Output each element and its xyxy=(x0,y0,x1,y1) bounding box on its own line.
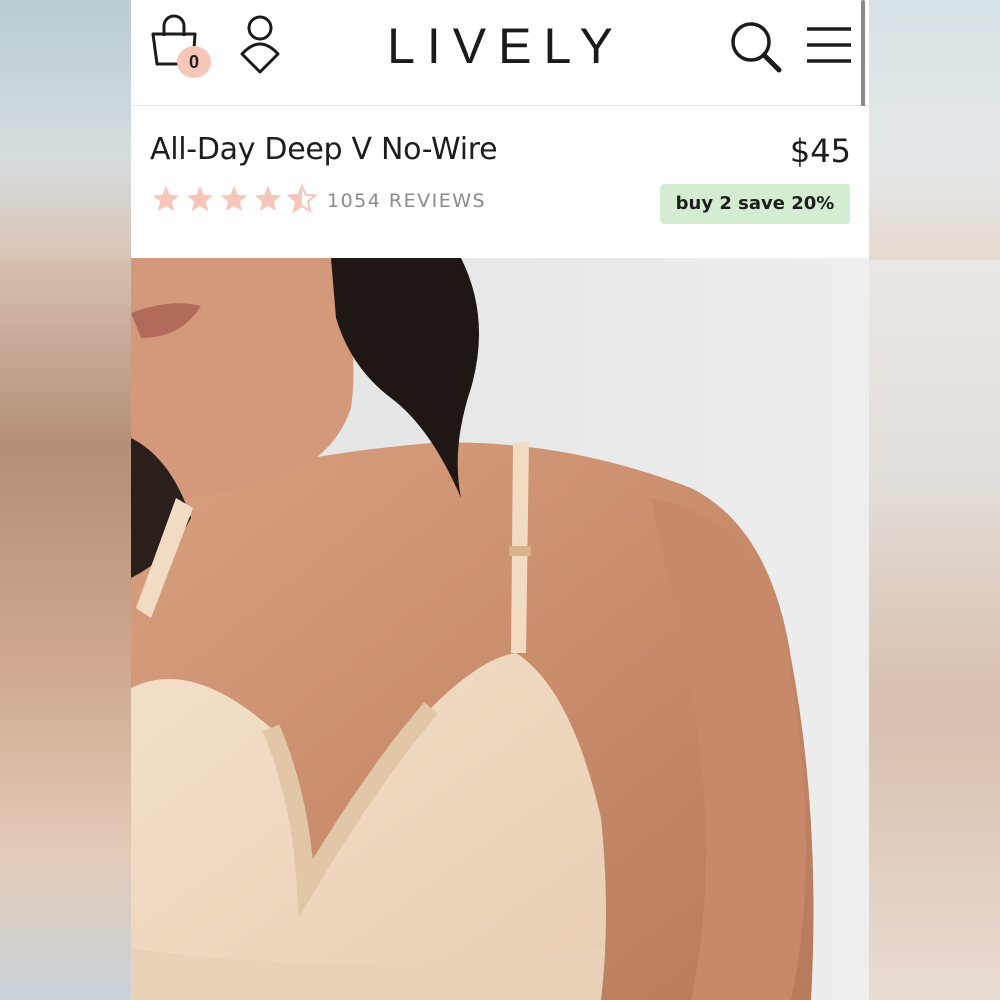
phone-screen: 0 LIVELY All-Day Deep V No-Wire $45 1054… xyxy=(131,0,869,1000)
product-photo-illustration xyxy=(131,258,869,1000)
review-count[interactable]: 1054 REVIEWS xyxy=(327,190,486,212)
promo-badge: buy 2 save 20% xyxy=(660,184,850,224)
star-icon xyxy=(186,185,214,211)
product-info: All-Day Deep V No-Wire $45 1054 REVIEWS … xyxy=(131,106,869,258)
half-star-icon xyxy=(287,184,317,214)
blurred-backdrop-top-right xyxy=(869,0,1000,260)
product-price: $45 xyxy=(789,132,851,170)
blurred-backdrop-top-left xyxy=(0,0,131,260)
product-title: All-Day Deep V No-Wire xyxy=(150,132,498,167)
menu-icon[interactable] xyxy=(805,24,853,66)
product-photo[interactable] xyxy=(131,258,869,1000)
star-icon xyxy=(152,185,180,211)
search-icon[interactable] xyxy=(729,20,783,74)
site-header: 0 LIVELY xyxy=(131,0,869,106)
rating-stars[interactable] xyxy=(151,184,317,216)
blurred-backdrop-right xyxy=(869,260,1000,1000)
blurred-backdrop-left xyxy=(0,260,131,1000)
star-icon xyxy=(220,185,248,211)
star-icon xyxy=(254,185,282,211)
